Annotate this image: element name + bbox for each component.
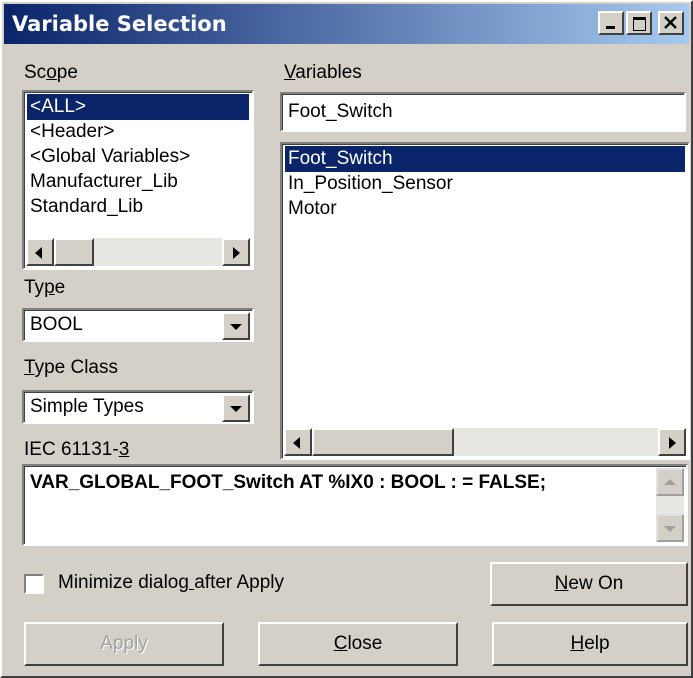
list-item[interactable]: Motor [285, 196, 685, 222]
scroll-left-button[interactable] [26, 238, 54, 266]
help-button[interactable]: Help [492, 622, 688, 666]
type-dropdown-button[interactable] [222, 312, 250, 340]
scroll-up-button[interactable] [656, 468, 684, 496]
scope-list[interactable]: <ALL> <Header> <Global Variables> Manufactu… [22, 90, 254, 270]
chevron-down-icon [230, 406, 242, 412]
right-arrow-icon [233, 247, 240, 259]
list-item[interactable]: In_Position_Sensor [285, 171, 685, 197]
list-item[interactable]: <ALL> [27, 94, 249, 120]
variable-filter-input[interactable]: Foot_Switch [280, 92, 686, 132]
type-class-value: Simple Types [30, 396, 144, 417]
type-combobox[interactable]: BOOL [22, 308, 254, 342]
scope-label: Scope [24, 62, 78, 83]
list-item[interactable]: Manufacturer_Lib [27, 169, 249, 195]
right-arrow-icon [669, 437, 676, 449]
variable-filter-value: Foot_Switch [288, 101, 393, 122]
left-arrow-icon [35, 247, 42, 259]
close-button[interactable]: Close [258, 622, 458, 666]
type-class-combobox[interactable]: Simple Types [22, 390, 254, 424]
variable-selection-dialog: Variable Selection Scope <ALL> <Header> <G… [0, 0, 693, 678]
window-title: Variable Selection [12, 12, 227, 36]
title-bar[interactable]: Variable Selection [4, 4, 689, 44]
maximize-window-button[interactable] [626, 11, 652, 35]
type-label: Type [24, 277, 66, 298]
close-icon [664, 16, 677, 29]
scroll-down-button[interactable] [656, 514, 684, 542]
iec-label: IEC 61131-3 [24, 439, 130, 460]
iec-vertical-scrollbar[interactable] [656, 468, 684, 542]
down-arrow-icon [664, 526, 676, 532]
up-arrow-icon [664, 479, 676, 485]
iec-statement-box[interactable]: VAR_GLOBAL_FOOT_Switch AT %IX0 : BOOL : … [22, 464, 688, 546]
scroll-left-button[interactable] [284, 428, 312, 456]
scope-horizontal-scrollbar[interactable] [26, 238, 250, 266]
list-item[interactable]: Foot_Switch [285, 146, 685, 172]
scroll-right-button[interactable] [222, 238, 250, 266]
list-item[interactable]: Standard_Lib [27, 194, 249, 220]
minimize-icon [606, 26, 615, 29]
scroll-thumb[interactable] [54, 238, 94, 266]
type-value: BOOL [30, 314, 83, 335]
iec-statement-text: VAR_GLOBAL_FOOT_Switch AT %IX0 : BOOL : … [30, 472, 547, 493]
apply-button[interactable]: Apply [24, 622, 224, 666]
close-window-button[interactable] [658, 11, 684, 35]
type-class-label: Type Class [24, 357, 118, 378]
chevron-down-icon [230, 324, 242, 330]
minimize-window-button[interactable] [598, 11, 624, 35]
list-item[interactable]: <Global Variables> [27, 144, 249, 170]
variables-label: Variables [284, 62, 362, 83]
new-on-button[interactable]: New On [490, 562, 688, 606]
minimize-after-apply-label: Minimize dialog after Apply [58, 572, 285, 593]
scroll-thumb[interactable] [312, 428, 454, 456]
variables-list[interactable]: Foot_Switch In_Position_Sensor Motor [280, 142, 690, 460]
list-item[interactable]: <Header> [27, 119, 249, 145]
minimize-after-apply-checkbox[interactable] [24, 574, 44, 594]
maximize-icon [633, 17, 646, 31]
left-arrow-icon [293, 437, 300, 449]
variables-horizontal-scrollbar[interactable] [284, 428, 686, 456]
scroll-right-button[interactable] [658, 428, 686, 456]
type-class-dropdown-button[interactable] [222, 394, 250, 422]
